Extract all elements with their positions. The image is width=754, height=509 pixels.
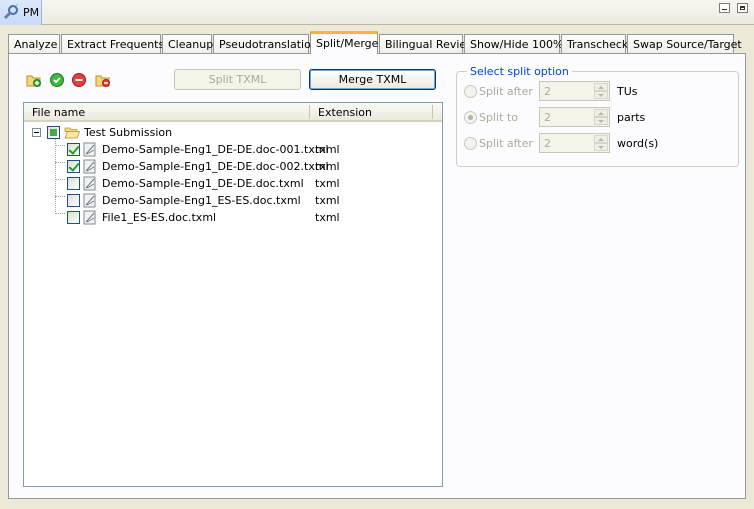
split-to-parts-radio[interactable] [464, 111, 477, 124]
split-after-words-unit: word(s) [617, 137, 659, 150]
tab-pseudotranslation[interactable]: Pseudotranslation [213, 34, 318, 53]
column-header-file-name[interactable]: File name [32, 106, 85, 119]
column-header-extension[interactable]: Extension [318, 106, 372, 119]
file-extension: txml [315, 143, 340, 156]
file-extension: txml [315, 177, 340, 190]
split-option-title: Select split option [467, 65, 572, 78]
file-extension: txml [315, 160, 340, 173]
pm-tools-icon [3, 4, 19, 20]
column-divider[interactable] [309, 105, 310, 119]
split-after-tus-unit: TUs [617, 85, 638, 98]
remove-icon[interactable] [71, 72, 87, 88]
file-checkbox[interactable] [67, 177, 80, 190]
txml-file-icon [83, 210, 96, 225]
add-folder-icon[interactable] [26, 72, 42, 88]
spinner-value: 2 [544, 85, 551, 98]
split-after-tus-radio[interactable] [464, 85, 477, 98]
split-after-tus-label: Split after [479, 85, 533, 98]
split-after-words-radio[interactable] [464, 137, 477, 150]
split-merge-panel: Split TXML Merge TXML File name Extensio… [8, 53, 746, 499]
file-extension: txml [315, 194, 340, 207]
column-divider[interactable] [432, 105, 433, 119]
table-row[interactable]: Demo-Sample-Eng1_DE-DE.doc-001.txml txml [24, 141, 442, 158]
spinner-up-icon[interactable] [594, 135, 608, 143]
split-txml-button[interactable]: Split TXML [174, 69, 301, 90]
txml-file-icon [83, 193, 96, 208]
file-checkbox[interactable] [67, 143, 80, 156]
tab-transcheck[interactable]: Transcheck [561, 34, 628, 53]
tab-analyze[interactable]: Analyze [8, 34, 60, 53]
file-extension: txml [315, 211, 340, 224]
spinner-down-icon[interactable] [594, 143, 608, 151]
tab-bilingual-review[interactable]: Bilingual Review [379, 34, 475, 53]
table-row[interactable]: File1_ES-ES.doc.txml txml [24, 209, 442, 226]
tab-split-merge[interactable]: Split/Merge [310, 31, 378, 54]
table-row[interactable]: Demo-Sample-Eng1_DE-DE.doc.txml txml [24, 175, 442, 192]
view-title: PM [23, 6, 40, 19]
spinner-value: 2 [544, 137, 551, 150]
file-name: Demo-Sample-Eng1_ES-ES.doc.txml [102, 194, 301, 207]
view-tab-pm[interactable]: PM [0, 0, 42, 25]
file-name: File1_ES-ES.doc.txml [102, 211, 217, 224]
tab-swap-source-target[interactable]: Swap Source/Target [627, 34, 742, 53]
view-titlebar: PM [0, 0, 754, 25]
txml-file-icon [83, 159, 96, 174]
file-checkbox[interactable] [67, 211, 80, 224]
split-to-parts-unit: parts [617, 111, 646, 124]
split-after-tus-spinner[interactable]: 2 [539, 81, 610, 101]
open-folder-icon [64, 127, 80, 139]
file-name: Demo-Sample-Eng1_DE-DE.doc-002.txml [102, 160, 329, 173]
spinner-up-icon[interactable] [594, 109, 608, 117]
file-name: Demo-Sample-Eng1_DE-DE.doc.txml [102, 177, 304, 190]
tree-root-row[interactable]: Test Submission [24, 124, 442, 141]
root-checkbox[interactable] [47, 126, 60, 139]
spinner-down-icon[interactable] [594, 117, 608, 125]
maximize-icon[interactable] [737, 3, 748, 13]
table-header: File name Extension [24, 103, 442, 122]
root-name: Test Submission [84, 126, 173, 139]
merge-txml-button[interactable]: Merge TXML [309, 69, 436, 90]
collapse-icon[interactable] [32, 128, 41, 137]
split-after-words-label: Split after [479, 137, 533, 150]
spinner-down-icon[interactable] [594, 91, 608, 99]
table-row[interactable]: Demo-Sample-Eng1_DE-DE.doc-002.txml txml [24, 158, 442, 175]
file-name: Demo-Sample-Eng1_DE-DE.doc-001.txml [102, 143, 329, 156]
spinner-up-icon[interactable] [594, 83, 608, 91]
split-to-parts-label: Split to [479, 111, 518, 124]
tab-extract-frequents[interactable]: Extract Frequents [61, 34, 164, 53]
split-to-parts-spinner[interactable]: 2 [539, 107, 610, 127]
tab-show-hide-100[interactable]: Show/Hide 100% [464, 34, 563, 53]
txml-file-icon [83, 176, 96, 191]
tool-tabs: Analyze Extract Frequents Cleanup Pseudo… [8, 31, 746, 54]
file-checkbox[interactable] [67, 194, 80, 207]
file-checkbox[interactable] [67, 160, 80, 173]
table-row[interactable]: Demo-Sample-Eng1_ES-ES.doc.txml txml [24, 192, 442, 209]
tab-cleanup[interactable]: Cleanup [162, 34, 213, 53]
minimize-icon[interactable] [718, 3, 730, 13]
file-table[interactable]: File name Extension Test Submission Demo… [23, 102, 443, 487]
spinner-value: 2 [544, 111, 551, 124]
split-after-words-spinner[interactable]: 2 [539, 133, 610, 153]
remove-folder-icon[interactable] [95, 72, 111, 88]
check-all-icon[interactable] [49, 72, 65, 88]
txml-file-icon [83, 142, 96, 157]
